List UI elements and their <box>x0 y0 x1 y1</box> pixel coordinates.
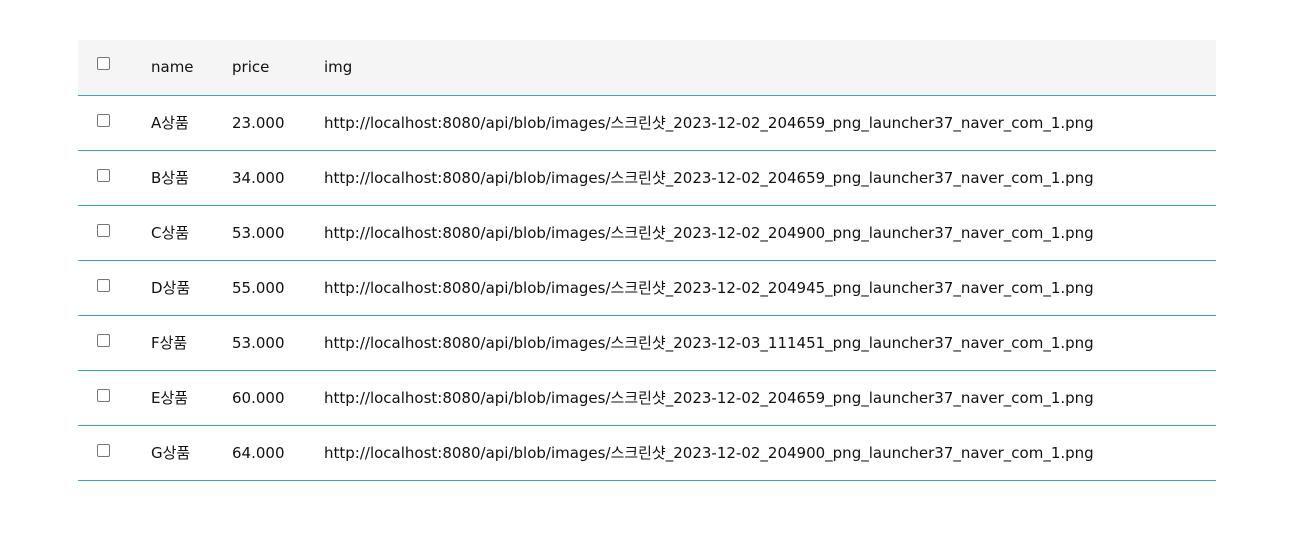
header-select-cell <box>78 40 151 95</box>
table-body: A상품 23.000 http://localhost:8080/api/blo… <box>78 95 1216 480</box>
product-price: 55.000 <box>232 278 285 297</box>
header-name[interactable]: name <box>151 40 232 95</box>
table-header: name price img <box>78 40 1216 95</box>
product-name: B상품 <box>151 169 189 187</box>
table-row[interactable]: F상품 53.000 http://localhost:8080/api/blo… <box>78 315 1216 370</box>
table-row[interactable]: G상품 64.000 http://localhost:8080/api/blo… <box>78 425 1216 480</box>
product-price: 34.000 <box>232 168 285 187</box>
product-price: 60.000 <box>232 388 285 407</box>
product-img-url: http://localhost:8080/api/blob/images/스크… <box>324 444 1094 462</box>
row-select-cell <box>78 425 151 480</box>
select-all-checkbox[interactable] <box>97 57 110 71</box>
product-table-container: name price img A상품 23.000 http://localho… <box>78 40 1216 481</box>
row-checkbox[interactable] <box>97 278 110 292</box>
product-price: 53.000 <box>232 223 285 242</box>
row-select-cell <box>78 315 151 370</box>
product-img-url: http://localhost:8080/api/blob/images/스크… <box>324 389 1094 407</box>
row-checkbox[interactable] <box>97 443 110 457</box>
row-checkbox[interactable] <box>97 113 110 127</box>
product-name: E상품 <box>151 389 189 407</box>
row-checkbox[interactable] <box>97 388 110 402</box>
row-select-cell <box>78 205 151 260</box>
table-row[interactable]: B상품 34.000 http://localhost:8080/api/blo… <box>78 150 1216 205</box>
table-row[interactable]: C상품 53.000 http://localhost:8080/api/blo… <box>78 205 1216 260</box>
product-price: 23.000 <box>232 113 285 132</box>
product-img-url: http://localhost:8080/api/blob/images/스크… <box>324 169 1094 187</box>
row-select-cell <box>78 150 151 205</box>
table-row[interactable]: A상품 23.000 http://localhost:8080/api/blo… <box>78 95 1216 150</box>
row-checkbox[interactable] <box>97 223 110 237</box>
product-price: 53.000 <box>232 333 285 352</box>
row-checkbox[interactable] <box>97 168 110 182</box>
product-img-url: http://localhost:8080/api/blob/images/스크… <box>324 279 1094 297</box>
product-name: D상품 <box>151 279 191 297</box>
product-name: F상품 <box>151 334 188 352</box>
header-img[interactable]: img <box>324 40 1216 95</box>
header-row: name price img <box>78 40 1216 95</box>
product-name: G상품 <box>151 444 191 462</box>
table-row[interactable]: E상품 60.000 http://localhost:8080/api/blo… <box>78 370 1216 425</box>
product-img-url: http://localhost:8080/api/blob/images/스크… <box>324 114 1094 132</box>
header-price[interactable]: price <box>232 40 324 95</box>
product-name: A상품 <box>151 114 189 132</box>
row-select-cell <box>78 370 151 425</box>
product-img-url: http://localhost:8080/api/blob/images/스크… <box>324 334 1094 352</box>
product-img-url: http://localhost:8080/api/blob/images/스크… <box>324 224 1094 242</box>
product-price: 64.000 <box>232 443 285 462</box>
row-select-cell <box>78 95 151 150</box>
table-row[interactable]: D상품 55.000 http://localhost:8080/api/blo… <box>78 260 1216 315</box>
product-table: name price img A상품 23.000 http://localho… <box>78 40 1216 481</box>
row-select-cell <box>78 260 151 315</box>
product-name: C상품 <box>151 224 190 242</box>
row-checkbox[interactable] <box>97 333 110 347</box>
